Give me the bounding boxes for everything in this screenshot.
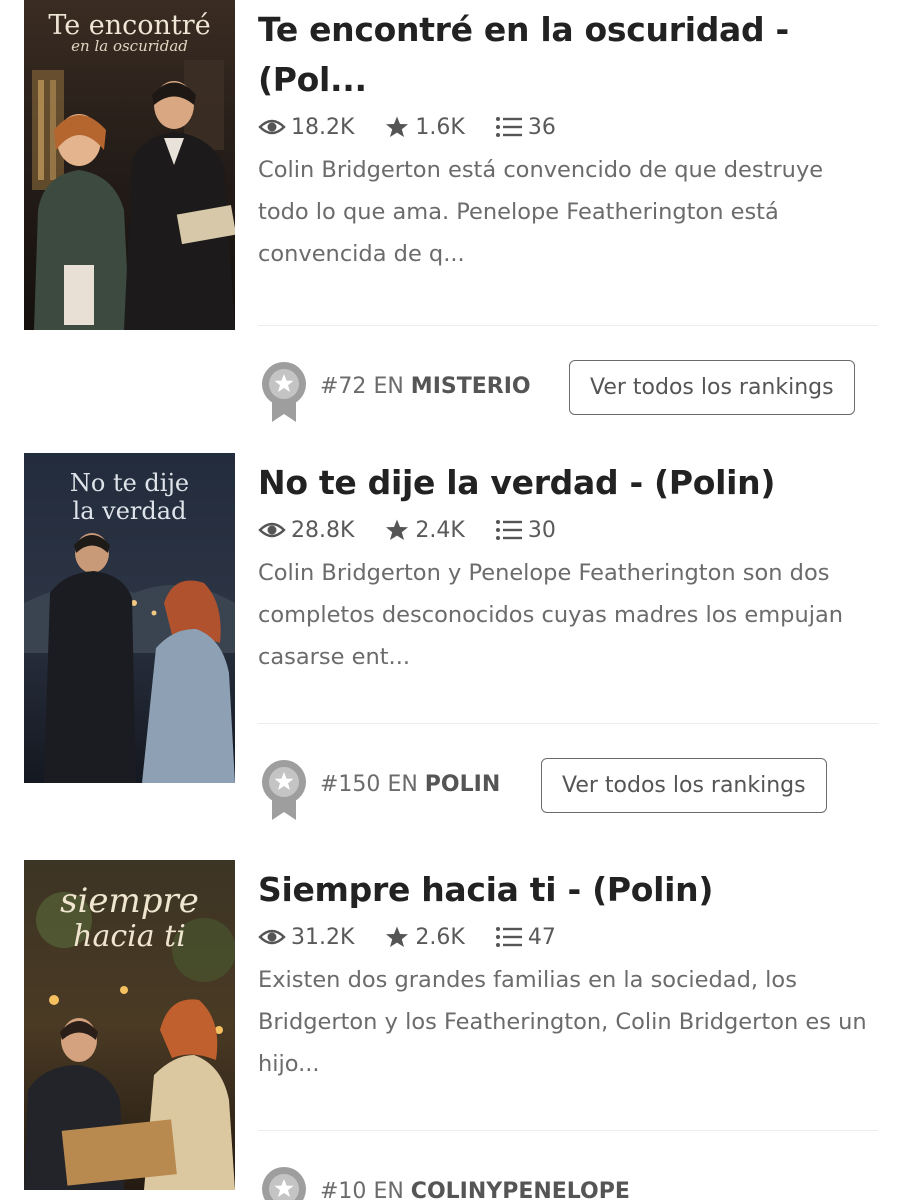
eye-icon: [258, 522, 286, 538]
votes-count: 2.6K: [415, 924, 465, 950]
rank-category: COLINYPENELOPE: [410, 1179, 630, 1200]
rank-category: POLIN: [424, 772, 501, 797]
story-description: Colin Bridgerton y Penelope Featheringto…: [258, 560, 844, 670]
divider: [258, 325, 878, 326]
ranking-label: #150 EN POLIN: [320, 772, 500, 797]
story-cover[interactable]: Te encontré en la oscuridad: [24, 0, 235, 330]
story-title[interactable]: No te dije la verdad - (Polin): [258, 458, 878, 508]
divider: [258, 1130, 878, 1131]
parts-stat: 36: [495, 115, 556, 140]
reads-count: 18.2K: [291, 114, 355, 140]
star-icon: [386, 116, 409, 137]
star-icon: [386, 519, 409, 540]
story-stats: 28.8K 2.4K 30: [258, 510, 878, 550]
reads-count: 31.2K: [291, 924, 355, 950]
view-rankings-button[interactable]: Ver todos los rankings: [541, 758, 827, 813]
cover-art: [24, 453, 235, 783]
story-cover[interactable]: siempre hacia ti: [24, 860, 235, 1190]
votes-stat: 2.4K: [384, 517, 465, 543]
votes-stat: 1.6K: [384, 114, 465, 140]
reads-stat: 18.2K: [258, 115, 354, 140]
ranking-label: #72 EN MISTERIO: [320, 374, 531, 399]
story-card: No te dije la verdad No te dije la verda…: [0, 453, 901, 853]
story-description: Colin Bridgerton está convencido de que …: [258, 157, 824, 267]
reads-stat: 28.8K: [258, 518, 354, 543]
reads-stat: 31.2K: [258, 925, 354, 950]
votes-stat: 2.6K: [384, 924, 465, 950]
ranking-row: #10 EN COLINYPENELOPE: [258, 1165, 878, 1200]
reads-count: 28.8K: [291, 517, 355, 543]
ribbon-medal-icon: [262, 1167, 306, 1200]
story-card: Te encontré en la oscuridad Te encontré …: [0, 0, 901, 422]
rank-in: EN: [373, 374, 404, 399]
ranking-row: #72 EN MISTERIO Ver todos los rankings: [258, 360, 878, 422]
rank-category: MISTERIO: [410, 374, 531, 399]
cover-art: [24, 860, 235, 1190]
story-card: siempre hacia ti Siempre hacia ti - (Pol…: [0, 860, 901, 1200]
parts-stat: 30: [495, 518, 556, 543]
parts-count: 36: [527, 114, 556, 140]
rank-in: EN: [373, 1179, 404, 1200]
eye-icon: [258, 119, 286, 135]
parts-count: 47: [527, 924, 556, 950]
list-icon: [495, 117, 522, 137]
view-rankings-button[interactable]: Ver todos los rankings: [569, 360, 855, 415]
ribbon-medal-icon: [262, 760, 306, 820]
story-title[interactable]: Siempre hacia ti - (Polin): [258, 865, 878, 915]
list-icon: [495, 927, 522, 947]
story-cover[interactable]: No te dije la verdad: [24, 453, 235, 783]
story-title[interactable]: Te encontré en la oscuridad - (Pol...: [258, 5, 878, 105]
rank-in: EN: [387, 772, 418, 797]
votes-count: 1.6K: [415, 114, 465, 140]
story-stats: 31.2K 2.6K 47: [258, 917, 878, 957]
star-icon: [386, 926, 409, 947]
votes-count: 2.4K: [415, 517, 465, 543]
parts-count: 30: [527, 517, 556, 543]
story-description: Existen dos grandes familias en la socie…: [258, 967, 867, 1077]
rank-number: #150: [320, 772, 381, 797]
ranking-row: #150 EN POLIN Ver todos los rankings: [258, 758, 878, 820]
eye-icon: [258, 929, 286, 945]
parts-stat: 47: [495, 925, 556, 950]
ranking-label: #10 EN COLINYPENELOPE: [320, 1179, 630, 1200]
ribbon-medal-icon: [262, 362, 306, 422]
cover-art: [24, 0, 235, 330]
divider: [258, 723, 878, 724]
rank-number: #72: [320, 374, 367, 399]
story-stats: 18.2K 1.6K 36: [258, 107, 878, 147]
list-icon: [495, 520, 522, 540]
rank-number: #10: [320, 1179, 367, 1200]
